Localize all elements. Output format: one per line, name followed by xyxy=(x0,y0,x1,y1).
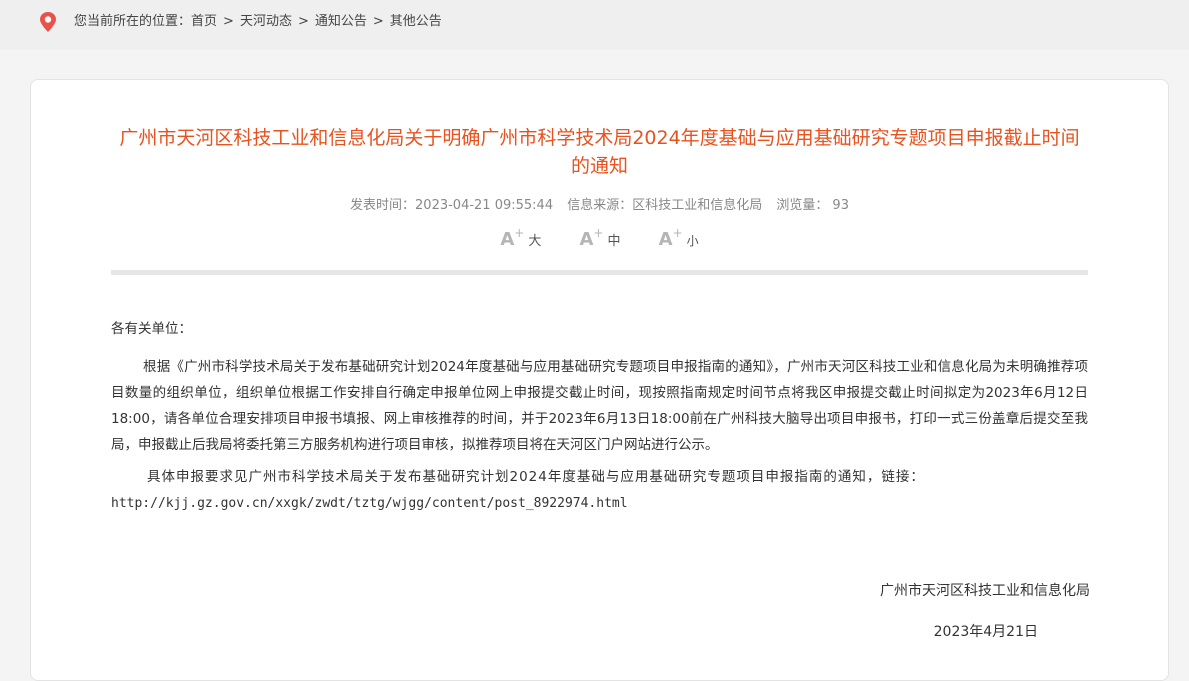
info-source: 信息来源：区科技工业和信息化局 xyxy=(567,198,763,213)
font-size-controls: A+大 A+中 A+小 xyxy=(31,226,1168,250)
plus-icon: + xyxy=(672,226,683,240)
article-meta: 发表时间：2023-04-21 09:55:44 信息来源：区科技工业和信息化局… xyxy=(31,194,1168,213)
font-size-medium-label: 中 xyxy=(607,234,621,249)
location-pin-icon xyxy=(40,12,56,32)
guide-url-link[interactable]: http://kjj.gz.gov.cn/xxgk/zwdt/tztg/wjgg… xyxy=(111,496,628,511)
breadcrumb: 您当前所在的位置：首页 > 天河动态 > 通知公告 > 其他公告 xyxy=(74,14,442,30)
breadcrumb-separator: > xyxy=(297,14,309,29)
font-size-large-button[interactable]: A+大 xyxy=(500,226,542,250)
font-size-a-icon: A xyxy=(579,229,594,250)
font-size-small-label: 小 xyxy=(686,234,699,248)
font-size-large-label: 大 xyxy=(528,234,542,249)
font-size-a-icon: A xyxy=(658,229,673,250)
signature-date: 2023年4月21日 xyxy=(933,624,1038,640)
article-body: 各有关单位： 根据《广州市科学技术局关于发布基础研究计划2024年度基础与应用基… xyxy=(111,316,1088,517)
breadcrumb-prefix: 您当前所在的位置： xyxy=(74,14,192,29)
title-divider xyxy=(111,270,1088,275)
font-size-medium-button[interactable]: A+中 xyxy=(579,226,621,250)
signature-organization: 广州市天河区科技工业和信息化局 xyxy=(880,583,1090,599)
greeting: 各有关单位： xyxy=(111,321,192,337)
breadcrumb-separator: > xyxy=(223,14,234,29)
article-title: 广州市天河区科技工业和信息化局关于明确广州市科学技术局2024年度基础与应用基础… xyxy=(119,127,1080,177)
breadcrumb-notices-link[interactable]: 通知公告 xyxy=(315,14,367,29)
breadcrumb-tianhe-news-link[interactable]: 天河动态 xyxy=(240,14,292,29)
breadcrumb-separator: > xyxy=(372,14,384,29)
article-card: 广州市天河区科技工业和信息化局关于明确广州市科学技术局2024年度基础与应用基础… xyxy=(30,79,1169,681)
body-paragraph-link: 具体申报要求见广州市科学技术局关于发布基础研究计划2024年度基础与应用基础研究… xyxy=(111,464,1088,517)
view-count-label: 浏览量： xyxy=(776,198,829,213)
breadcrumb-other-notices-link[interactable]: 其他公告 xyxy=(390,14,442,29)
link-intro-text: 具体申报要求见广州市科学技术局关于发布基础研究计划2024年度基础与应用基础研究… xyxy=(147,469,925,485)
publish-time: 发表时间：2023-04-21 09:55:44 xyxy=(350,198,554,213)
view-count: 浏览量： 93 xyxy=(776,198,849,213)
font-size-a-icon: A xyxy=(500,229,515,250)
plus-icon: + xyxy=(593,226,604,240)
plus-icon: + xyxy=(514,226,525,240)
view-count-value: 93 xyxy=(832,198,849,213)
body-paragraph: 根据《广州市科学技术局关于发布基础研究计划2024年度基础与应用基础研究专题项目… xyxy=(111,359,1088,453)
breadcrumb-home-link[interactable]: 首页 xyxy=(191,14,217,29)
breadcrumb-bar: 您当前所在的位置：首页 > 天河动态 > 通知公告 > 其他公告 xyxy=(0,0,1189,50)
font-size-small-button[interactable]: A+小 xyxy=(658,226,699,250)
